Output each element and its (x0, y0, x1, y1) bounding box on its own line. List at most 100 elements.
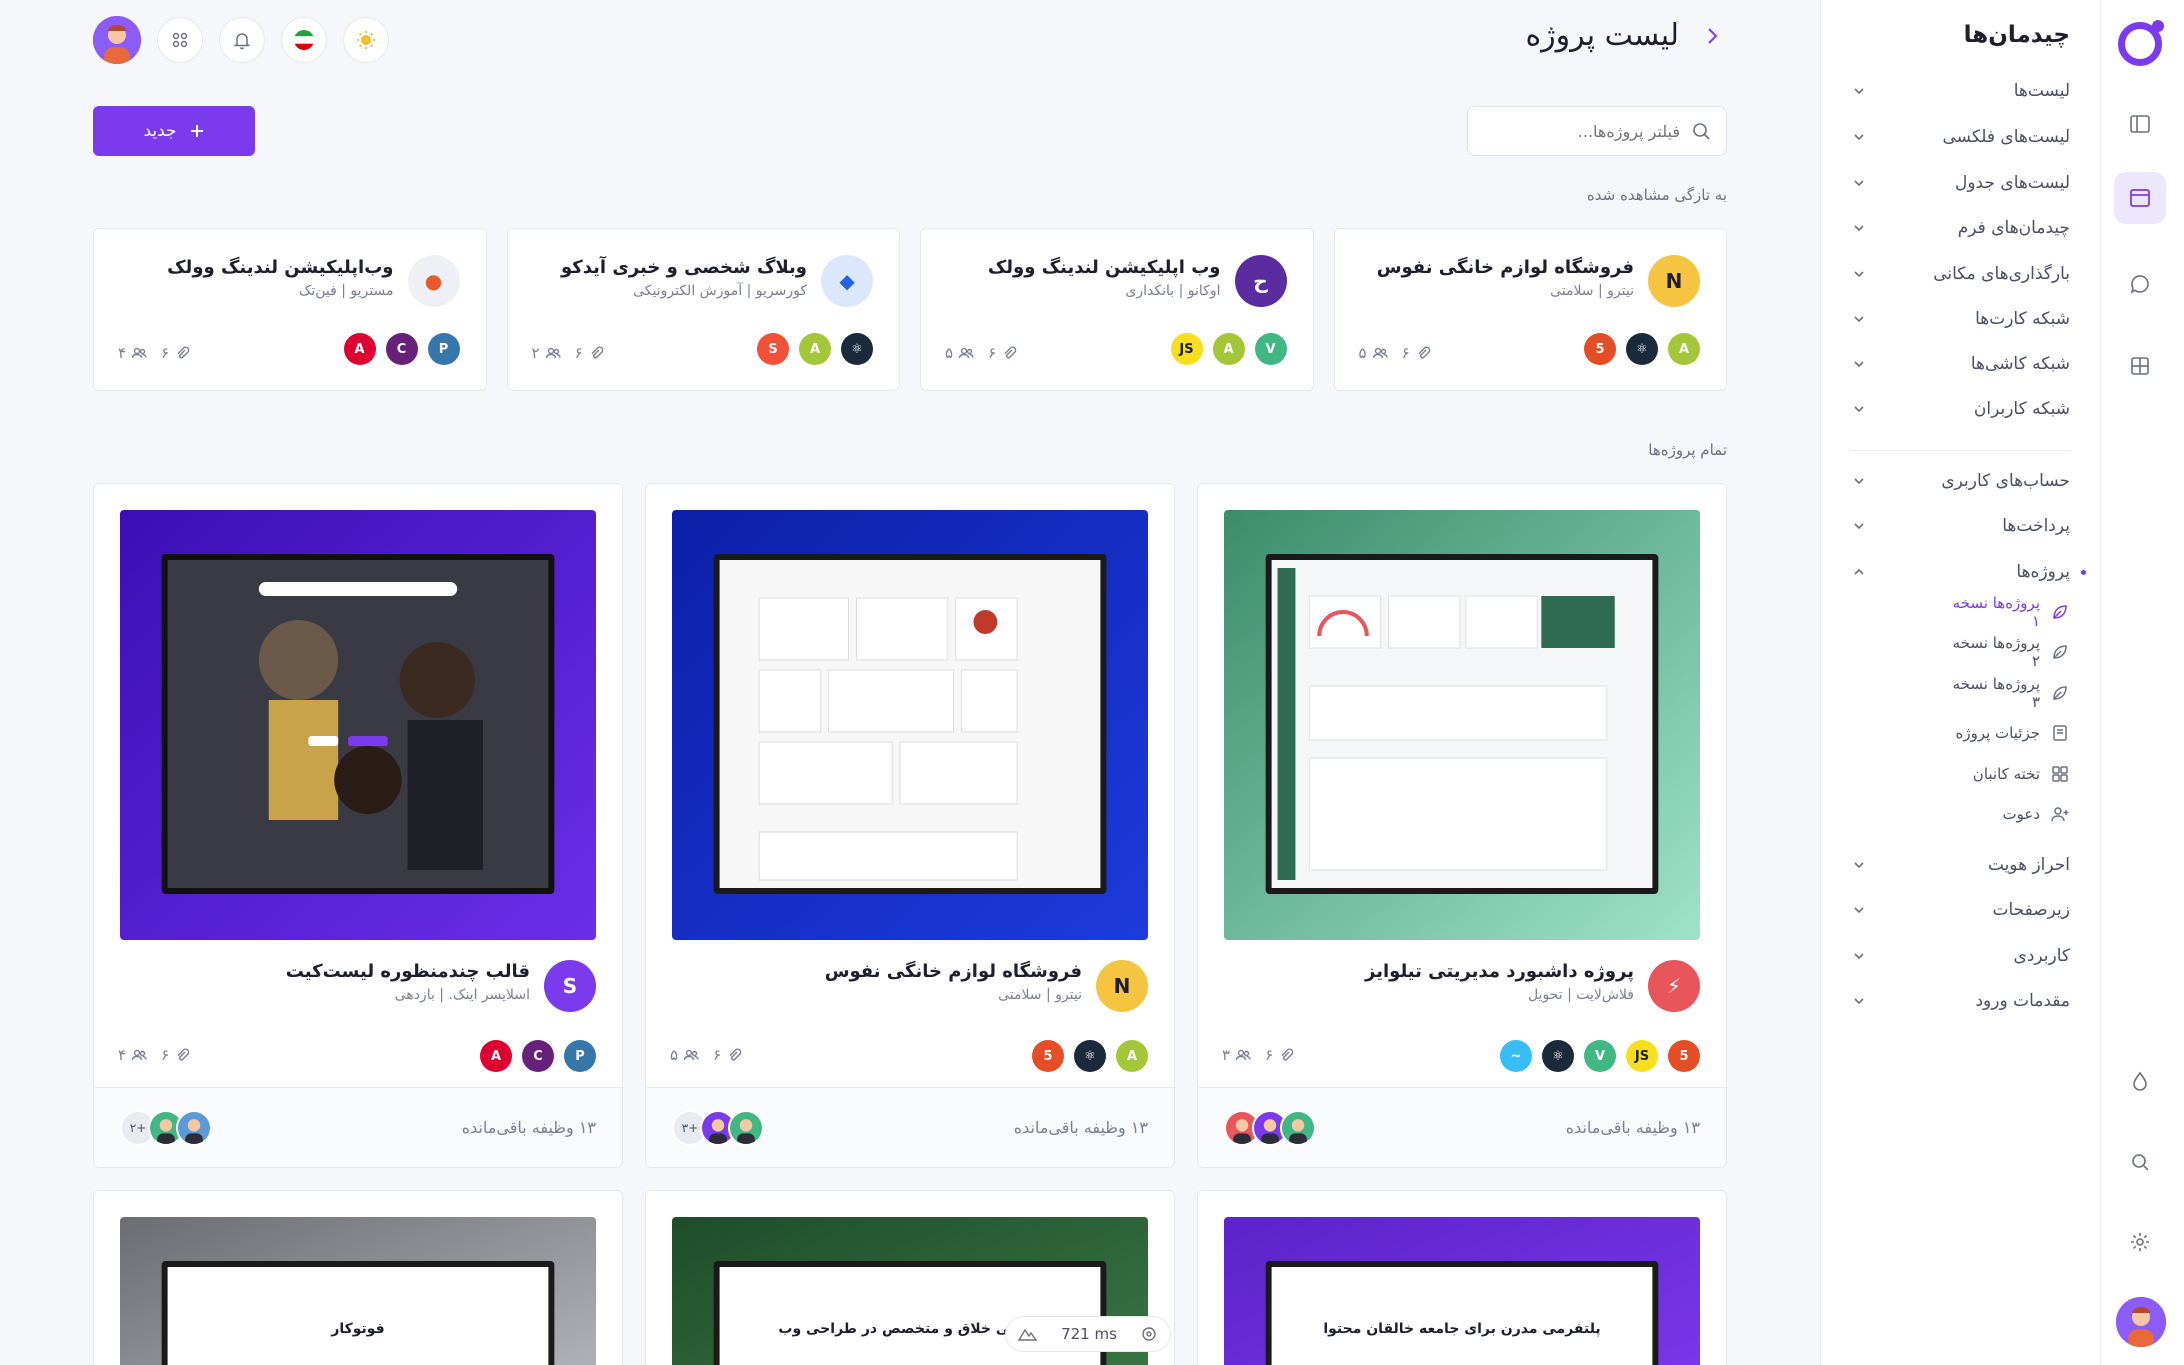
tech-icon: A (1116, 1040, 1148, 1072)
all-projects-grid: ⚡ پروژه داشبورد مدیریتی تیلوایز فلاش‌لایت … (93, 483, 1727, 1168)
sidebar-item-label: پرداخت‌ها (2002, 516, 2070, 536)
project-card[interactable]: فوتوکار (93, 1190, 623, 1365)
recent-project-card[interactable]: ● وب‌اپلیکیشن لندینگ وولک مستریو | فین‌تک P… (93, 228, 487, 391)
chevron-down-icon (1854, 316, 1864, 323)
project-name[interactable]: وب اپلیکیشن لندینگ وولک (988, 257, 1221, 278)
sidebar-item-flex-lists[interactable]: لیست‌های فلکسی (1851, 122, 2070, 152)
project-thumbnail[interactable] (672, 510, 1148, 940)
layout-icon[interactable] (2114, 98, 2166, 150)
project-logo-icon: N (1648, 255, 1700, 307)
language-flag-icon[interactable] (281, 17, 327, 63)
sidebar-sub-projects-v2[interactable]: پروژه‌ها نسخه ۲ (1941, 634, 2070, 670)
project-name[interactable]: وب‌اپلیکیشن لندینگ وولک (167, 257, 393, 278)
tech-icon: P (564, 1040, 596, 1072)
member-avatar (176, 1109, 212, 1146)
chevron-down-icon (1854, 361, 1864, 368)
project-card[interactable]: N فروشگاه لوازم خانگی نفوس نیترو | سلامتی A… (645, 483, 1175, 1168)
chevron-down-icon (1854, 271, 1864, 278)
grid-icon[interactable] (2114, 340, 2166, 392)
user-avatar[interactable] (93, 16, 141, 64)
sidebar-item-user-grid[interactable]: شبکه کاربران (1851, 394, 2070, 424)
sidebar-item-utility[interactable]: کاربردی (1851, 941, 2070, 971)
sidebar-sub-project-details[interactable]: جزئیات پروژه (1941, 719, 2070, 747)
sidebar-item-projects[interactable]: پروژه‌ها (1851, 557, 2070, 587)
app-logo-icon[interactable] (2118, 20, 2164, 66)
project-logo-icon: ● (407, 255, 460, 307)
search-icon[interactable] (2114, 1136, 2166, 1188)
members-count: ۵ (1358, 344, 1367, 362)
project-thumbnail[interactable] (1224, 510, 1700, 940)
chevron-down-icon (1854, 907, 1864, 914)
settings-gear-icon[interactable] (2114, 1216, 2166, 1268)
search-input[interactable] (1482, 121, 1680, 141)
project-card[interactable]: ⚡ پروژه داشبورد مدیریتی تیلوایز فلاش‌لایت … (1197, 483, 1727, 1168)
new-button-label: جدید (143, 121, 177, 141)
sidebar-sub-invite[interactable]: دعوت (1941, 800, 2070, 828)
sidebar-sub-kanban[interactable]: تخته کانبان (1941, 760, 2070, 788)
perf-value: 721 (1061, 1325, 1090, 1343)
top-actions (93, 16, 389, 64)
project-thumbnail[interactable] (120, 510, 596, 940)
project-card[interactable]: S قالب چندمنظوره لیست‌کیت اسلایسر اینک. | … (93, 483, 623, 1168)
card-footer: ۱۳ وظیفه باقی‌مانده (1198, 1087, 1726, 1167)
back-chevron-icon[interactable] (1697, 21, 1727, 51)
tech-icon: ~ (1500, 1040, 1532, 1072)
recent-project-card[interactable]: ح وب اپلیکیشن لندینگ وولک اوکانو | بانکدار… (920, 228, 1314, 391)
member-avatars[interactable] (1224, 1109, 1316, 1146)
member-avatars[interactable]: ۳+ (672, 1109, 764, 1146)
sidebar-item-label: احراز هویت (1987, 855, 2070, 875)
sidebar-item-lists[interactable]: لیست‌ها (1851, 76, 2070, 106)
recent-project-card[interactable]: N فروشگاه لوازم خانگی نفوس نیترو | سلامتی A… (1333, 228, 1727, 391)
tech-icon: JS (1626, 1040, 1658, 1072)
project-name[interactable]: وبلاگ شخصی و خبری آیدکو (561, 257, 807, 278)
sidebar-item-card-grid[interactable]: شبکه کارت‌ها (1851, 304, 2070, 334)
recent-projects: N فروشگاه لوازم خانگی نفوس نیترو | سلامتی A… (93, 228, 1727, 391)
sidebar-sub-projects-v3[interactable]: پروژه‌ها نسخه ۳ (1941, 675, 2070, 711)
member-avatars[interactable]: ۲+ (120, 1109, 212, 1146)
project-name[interactable]: فروشگاه لوازم خانگی نفوس (825, 961, 1082, 982)
sidebar-item-label: لیست‌های جدول (1954, 173, 2070, 193)
sidebar-item-tile-grid[interactable]: شبکه کاشی‌ها (1851, 349, 2070, 379)
files-stat: ۶ (161, 1046, 190, 1064)
sidebar-sub-projects-v1[interactable]: پروژه‌ها نسخه ۱ (1941, 594, 2070, 630)
chat-icon[interactable] (2114, 258, 2166, 310)
thumbnail-headline: پلتفرمی مدرن برای جامعه خالقان محتوا (1323, 1321, 1601, 1337)
new-project-button[interactable]: جدید (93, 106, 255, 156)
layouts-active-icon[interactable] (2114, 172, 2166, 224)
project-thumbnail[interactable]: فوتوکار (120, 1217, 596, 1365)
apps-grid-icon[interactable] (157, 17, 203, 63)
search-icon (1693, 123, 1710, 140)
files-count: ۶ (161, 344, 170, 362)
tech-icon: ⚛ (1542, 1040, 1574, 1072)
page-header: لیست پروژه (1525, 18, 1727, 53)
members-count: ۴ (118, 344, 127, 362)
notifications-bell-icon[interactable] (219, 17, 265, 63)
project-name[interactable]: فروشگاه لوازم خانگی نفوس (1377, 257, 1634, 278)
project-thumbnail[interactable]: پلتفرمی مدرن برای جامعه خالقان محتوا (1224, 1217, 1700, 1365)
members-stat: ۴ (118, 1046, 147, 1064)
users-icon (1235, 1047, 1251, 1063)
paperclip-icon (726, 1047, 742, 1063)
project-name[interactable]: پروژه داشبورد مدیریتی تیلوایز (1365, 961, 1634, 982)
project-name[interactable]: قالب چندمنظوره لیست‌کیت (286, 961, 530, 982)
project-subtitle: نیترو | سلامتی (1550, 283, 1634, 299)
sidebar-item-form-layouts[interactable]: چیدمان‌های فرم (1851, 213, 2070, 243)
tech-stack: V A JS (1170, 333, 1287, 365)
sidebar-item-accounts[interactable]: حساب‌های کاربری (1851, 466, 2070, 496)
recent-project-card[interactable]: ◆ وبلاگ شخصی و خبری آیدکو کورسریو | آموزش … (506, 228, 900, 391)
tech-icon: ⚛ (1074, 1040, 1106, 1072)
sidebar-item-subpages[interactable]: زیرصفحات (1851, 895, 2070, 925)
sidebar-item-table-lists[interactable]: لیست‌های جدول (1851, 168, 2070, 198)
sidebar-item-label: چیدمان‌های فرم (1957, 218, 2070, 238)
project-filter-search[interactable] (1467, 106, 1727, 156)
sidebar-item-auth[interactable]: احراز هویت (1851, 850, 2070, 880)
drop-icon[interactable] (2114, 1056, 2166, 1108)
sidebar-item-payments[interactable]: پرداخت‌ها (1851, 511, 2070, 541)
project-card[interactable]: پلتفرمی مدرن برای جامعه خالقان محتوا (1197, 1190, 1727, 1365)
sidebar-item-onboarding[interactable]: مقدمات ورود (1851, 986, 2070, 1016)
sidebar-item-placeholders[interactable]: بارگذاری‌های مکانی (1851, 259, 2070, 289)
user-avatar[interactable] (2116, 1297, 2166, 1347)
members-stat: ۵ (670, 1046, 699, 1064)
theme-sun-icon[interactable] (343, 17, 389, 63)
members-count: ۴ (118, 1046, 127, 1064)
